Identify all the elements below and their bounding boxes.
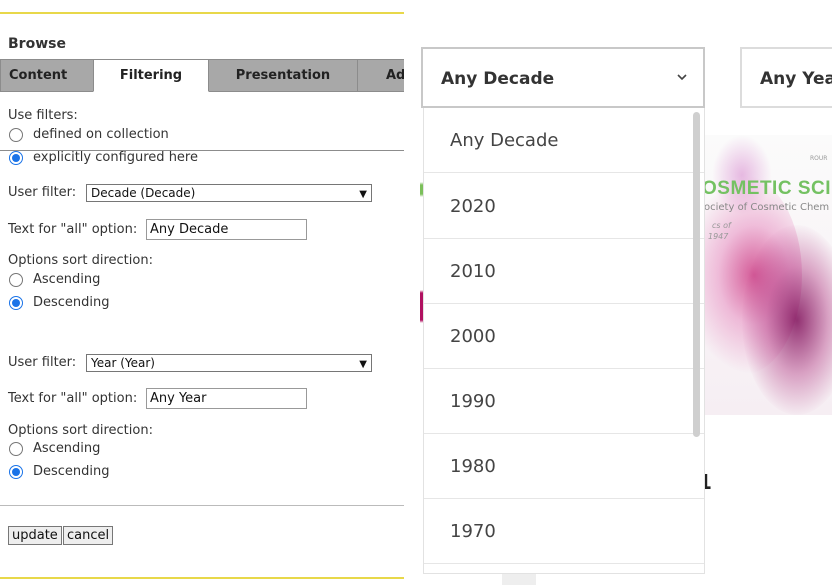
decade-dropdown-list[interactable]: Any Decade 2020 2010 2000 1990 1980 1970 [423, 108, 705, 574]
chevron-down-icon: ▼ [359, 189, 367, 200]
radio-descending-2-label: Descending [33, 464, 110, 479]
radio-defined-on-collection[interactable] [9, 128, 23, 142]
cancel-button[interactable]: cancel [63, 526, 114, 545]
all-text-label-1: Text for "all" option: [8, 222, 138, 237]
sort-label-1: Options sort direction: [8, 253, 153, 268]
user-filter-label-1: User filter: [8, 185, 77, 200]
dropdown-option[interactable]: 2010 [424, 239, 704, 304]
user-filter-select-1-value: Decade (Decade) [91, 186, 196, 200]
dropdown-option-label: 1990 [450, 391, 496, 412]
top-divider [0, 12, 404, 14]
cover-subtitle: ociety of Cosmetic Chem [704, 202, 830, 213]
year-dropdown-selected: Any Year [760, 69, 832, 89]
tab-filtering[interactable]: Filtering [93, 59, 209, 92]
radio-explicitly-configured[interactable] [9, 151, 23, 165]
year-dropdown[interactable]: Any Year [740, 47, 832, 108]
radio-ascending-1-label: Ascending [33, 272, 101, 287]
all-text-input-2[interactable]: Any Year [146, 388, 307, 409]
user-filter-select-2[interactable]: Year (Year) ▼ [86, 354, 372, 372]
dropdown-option-label: 1980 [450, 456, 496, 477]
form-divider [0, 505, 404, 506]
tab-bar: Content Presentation Ad Filtering [0, 59, 404, 151]
browse-config-panel: Browse Content Presentation Ad Filtering… [0, 0, 404, 585]
chevron-down-icon: ▼ [359, 359, 367, 370]
radio-descending-1-label: Descending [33, 295, 110, 310]
update-button[interactable]: update [8, 526, 62, 545]
radio-descending-2[interactable] [9, 465, 23, 479]
cover-small-line-1: cs of [712, 221, 731, 230]
radio-defined-on-collection-label: defined on collection [33, 127, 169, 142]
use-filters-label: Use filters: [8, 108, 78, 123]
decade-dropdown-selected: Any Decade [441, 69, 555, 89]
radio-ascending-1[interactable] [9, 273, 23, 287]
cover-top-text: ROUR [810, 155, 828, 162]
dropdown-option-label: 2010 [450, 261, 496, 282]
radio-explicitly-configured-label: explicitly configured here [33, 150, 198, 165]
dropdown-option[interactable]: 2020 [424, 174, 704, 239]
bottom-divider [0, 577, 404, 579]
all-text-label-2: Text for "all" option: [8, 391, 138, 406]
user-filter-select-1[interactable]: Decade (Decade) ▼ [86, 184, 372, 202]
decade-dropdown[interactable]: Any Decade [421, 47, 705, 108]
dropdown-scrollbar[interactable] [693, 112, 700, 437]
filter-preview-panel: ROUR OSMETIC SCIE ociety of Cosmetic Che… [404, 0, 832, 585]
browse-title: Browse [8, 36, 66, 52]
dropdown-option-label: 2020 [450, 196, 496, 217]
all-text-input-1[interactable]: Any Decade [146, 219, 307, 240]
dropdown-option-label: 1970 [450, 521, 496, 542]
dropdown-option[interactable]: 1970 [424, 499, 704, 564]
user-filter-select-2-value: Year (Year) [91, 356, 155, 370]
cover-title: OSMETIC SCIE [702, 178, 832, 199]
radio-ascending-2[interactable] [9, 442, 23, 456]
dropdown-option-label: Any Decade [450, 130, 559, 151]
radio-ascending-2-label: Ascending [33, 441, 101, 456]
sort-label-2: Options sort direction: [8, 423, 153, 438]
tab-presentation[interactable]: Presentation [208, 59, 358, 92]
radio-descending-1[interactable] [9, 296, 23, 310]
tab-content[interactable]: Content [0, 59, 94, 92]
chevron-down-icon [677, 74, 687, 81]
dropdown-option[interactable]: 2000 [424, 304, 704, 369]
tab-advanced[interactable]: Ad [357, 59, 404, 92]
book-cover-image[interactable]: ROUR OSMETIC SCIE ociety of Cosmetic Che… [702, 135, 832, 415]
dropdown-option[interactable]: Any Decade [424, 108, 704, 173]
dropdown-option-label: 2000 [450, 326, 496, 347]
dropdown-option[interactable]: 1990 [424, 369, 704, 434]
user-filter-label-2: User filter: [8, 355, 77, 370]
cover-small-line-2: 1947 [708, 232, 729, 241]
dropdown-option[interactable]: 1980 [424, 434, 704, 499]
